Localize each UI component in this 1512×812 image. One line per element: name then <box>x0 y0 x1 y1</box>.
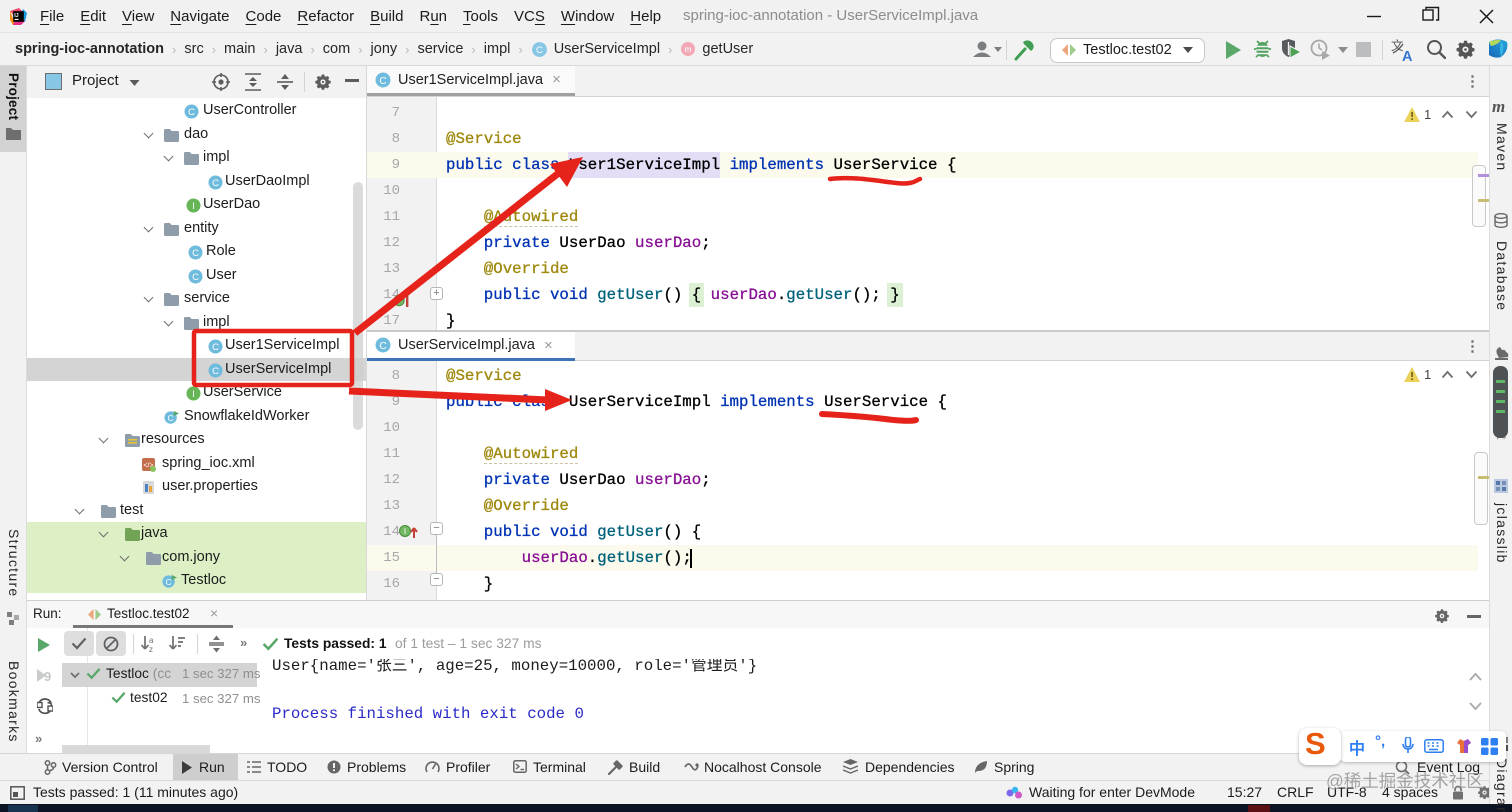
svg-text:9: 9 <box>44 669 51 683</box>
svg-text:C: C <box>536 45 543 56</box>
svg-text:C: C <box>188 107 195 118</box>
svg-text:C: C <box>379 341 386 352</box>
svg-text:C: C <box>192 248 199 259</box>
svg-text:C: C <box>192 272 199 283</box>
svg-text:C: C <box>212 366 219 377</box>
svg-text:IJ: IJ <box>14 13 19 19</box>
svg-text:C: C <box>212 342 219 353</box>
svg-text:m: m <box>685 44 692 54</box>
svg-text:C: C <box>379 75 386 86</box>
svg-text:z: z <box>149 645 153 653</box>
svg-text:C: C <box>212 178 219 189</box>
svg-text:A: A <box>1402 49 1413 62</box>
svg-text:I: I <box>192 389 195 400</box>
svg-text:I: I <box>192 201 195 212</box>
svg-text:a: a <box>149 636 154 645</box>
svg-text:I: I <box>404 527 406 536</box>
svg-text:C: C <box>166 577 172 587</box>
svg-text:C: C <box>168 412 174 422</box>
